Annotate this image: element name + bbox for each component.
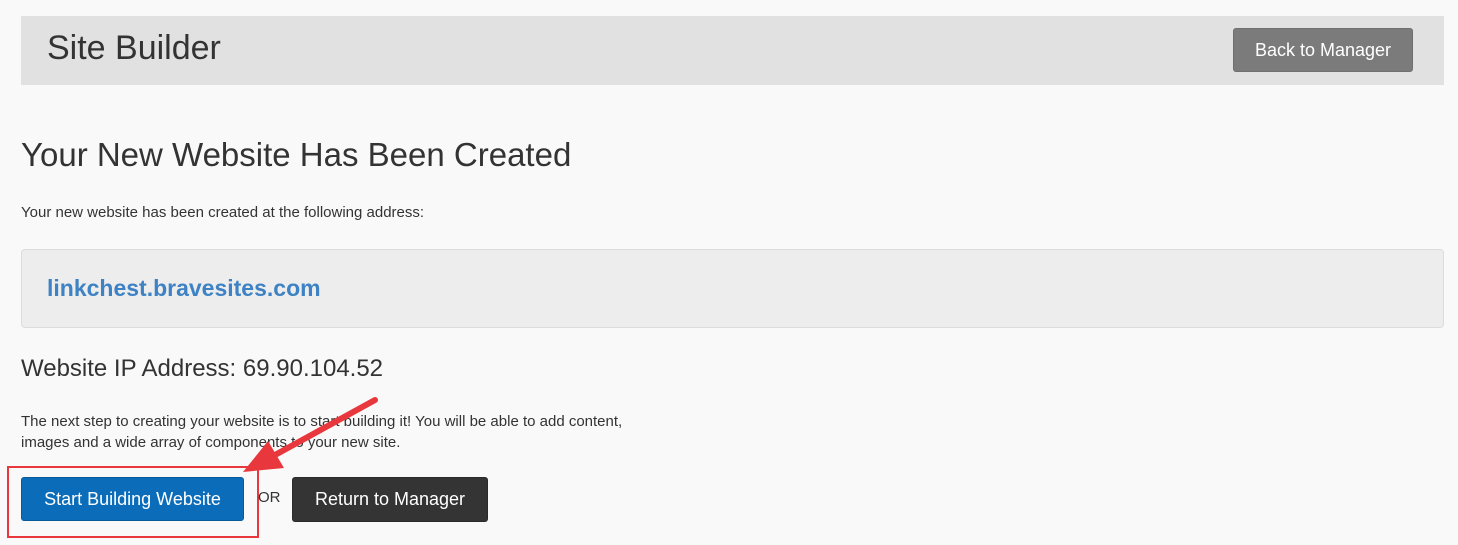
intro-text: Your new website has been created at the… <box>21 204 425 221</box>
or-separator: OR <box>258 489 281 506</box>
page-title: Site Builder <box>47 29 221 67</box>
back-to-manager-button[interactable]: Back to Manager <box>1233 28 1413 72</box>
ip-address-label: Website IP Address: 69.90.104.52 <box>21 355 384 382</box>
success-heading: Your New Website Has Been Created <box>21 136 572 173</box>
website-address-link[interactable]: linkchest.bravesites.com <box>47 275 321 302</box>
next-step-description: The next step to creating your website i… <box>21 413 623 451</box>
return-to-manager-button[interactable]: Return to Manager <box>292 477 488 522</box>
start-building-button[interactable]: Start Building Website <box>21 477 244 521</box>
address-panel: linkchest.bravesites.com <box>21 249 1444 328</box>
page-header: Site Builder Back to Manager <box>21 16 1444 85</box>
